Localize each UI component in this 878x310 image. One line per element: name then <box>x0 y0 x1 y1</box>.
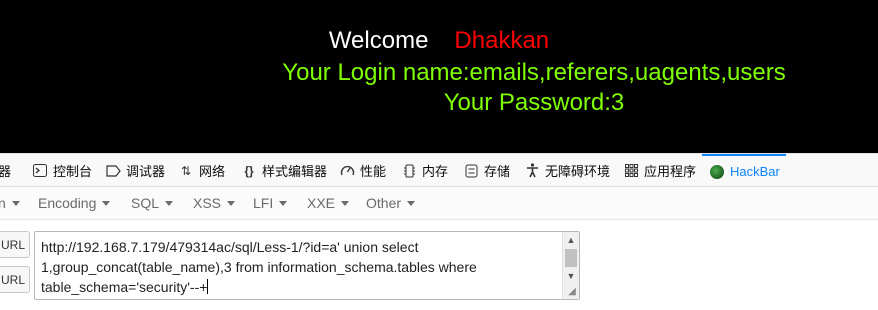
tab-network-label: 网络 <box>199 164 226 179</box>
password-line: Your Password:3 <box>443 89 625 116</box>
tab-inspector[interactable]: 器 <box>0 154 11 187</box>
split-url-button-label: URL <box>0 272 25 287</box>
chevron-down-icon <box>227 200 236 206</box>
hackbar-panel: URL URL http://192.168.7.179/479314ac/sq… <box>0 220 878 310</box>
load-url-button[interactable]: URL <box>0 231 30 258</box>
tab-inspector-label: 器 <box>0 164 12 179</box>
tab-console[interactable]: 控制台 <box>31 154 92 187</box>
welcome-line: Welcome Dhakkan <box>0 27 878 55</box>
chevron-down-icon <box>11 200 20 206</box>
menu-other[interactable]: Other <box>366 187 416 219</box>
text-cursor <box>207 279 209 294</box>
split-url-button[interactable]: URL <box>0 266 30 293</box>
tab-hackbar-label: HackBar <box>730 164 780 179</box>
network-icon: ⇅ <box>180 163 192 178</box>
tab-accessibility[interactable]: 无障碍环境 <box>523 154 610 187</box>
welcome-text: Welcome <box>328 27 429 54</box>
tab-performance[interactable]: 性能 <box>338 154 386 187</box>
tab-accessibility-label: 无障碍环境 <box>545 164 611 179</box>
tab-storage[interactable]: 存储 <box>462 154 510 187</box>
page-content: Welcome Dhakkan Your Login name:emails,re… <box>0 0 878 153</box>
tab-style-editor-label: 样式编辑器 <box>262 164 328 179</box>
performance-icon <box>338 162 356 180</box>
url-text: http://192.168.7.179/479314ac/sql/Less-1… <box>41 239 481 295</box>
console-icon <box>31 162 49 180</box>
scroll-thumb[interactable] <box>565 249 577 267</box>
chevron-down-icon <box>279 200 288 206</box>
resize-grip-icon[interactable]: ◢ <box>566 286 578 298</box>
tab-application-label: 应用程序 <box>644 164 697 179</box>
login-name-line: Your Login name:emails,referers,uagents,… <box>282 59 786 86</box>
accessibility-icon <box>523 162 541 180</box>
menu-encoding-label: Encoding <box>38 195 97 211</box>
tab-memory[interactable]: 内存 <box>400 154 448 187</box>
menu-sql-label: SQL <box>131 195 160 211</box>
tab-hackbar[interactable]: HackBar <box>702 154 786 187</box>
tab-performance-label: 性能 <box>360 164 387 179</box>
menu-xss[interactable]: XSS <box>193 187 236 219</box>
tab-debugger[interactable]: 调试器 <box>104 154 165 187</box>
tab-debugger-label: 调试器 <box>126 164 166 179</box>
tab-memory-label: 内存 <box>422 164 449 179</box>
chevron-down-icon <box>165 200 174 206</box>
menu-load-label: n <box>0 195 6 211</box>
tab-storage-label: 存储 <box>484 164 511 179</box>
style-editor-icon: {} <box>244 163 254 178</box>
chevron-down-icon <box>341 200 350 206</box>
menu-xss-label: XSS <box>193 195 222 211</box>
menu-encoding[interactable]: Encoding <box>38 187 111 219</box>
storage-icon <box>462 162 480 180</box>
hackbar-icon <box>708 163 726 181</box>
scroll-down-icon[interactable]: ▼ <box>563 268 579 284</box>
memory-icon <box>400 162 418 180</box>
scroll-up-icon[interactable]: ▲ <box>563 232 579 248</box>
chevron-down-icon <box>407 200 416 206</box>
menu-xxe-label: XXE <box>307 195 336 211</box>
url-value[interactable]: http://192.168.7.179/479314ac/sql/Less-1… <box>41 237 561 297</box>
load-url-button-label: URL <box>0 237 25 252</box>
menu-other-label: Other <box>366 195 402 211</box>
tab-network[interactable]: ⇅ 网络 <box>177 154 225 187</box>
url-textarea[interactable]: http://192.168.7.179/479314ac/sql/Less-1… <box>34 231 580 300</box>
menu-sql[interactable]: SQL <box>131 187 174 219</box>
menu-lfi[interactable]: LFI <box>253 187 288 219</box>
menu-load[interactable]: n <box>0 187 20 219</box>
chevron-down-icon <box>102 200 111 206</box>
tab-style-editor[interactable]: {} 样式编辑器 <box>240 154 327 187</box>
menu-xxe[interactable]: XXE <box>307 187 350 219</box>
user-name: Dhakkan <box>454 27 550 54</box>
tab-application[interactable]: 应用程序 <box>622 154 696 187</box>
menu-lfi-label: LFI <box>253 195 274 211</box>
tab-console-label: 控制台 <box>53 164 93 179</box>
application-icon <box>622 162 640 180</box>
hackbar-toolbar: n Encoding SQL XSS LFI XXE Other <box>0 187 878 220</box>
devtools-tab-bar: 器 控制台 调试器 ⇅ 网络 {} 样式编辑器 性能 内存 存储 无障碍环境 应… <box>0 153 878 187</box>
debugger-icon <box>104 162 122 180</box>
